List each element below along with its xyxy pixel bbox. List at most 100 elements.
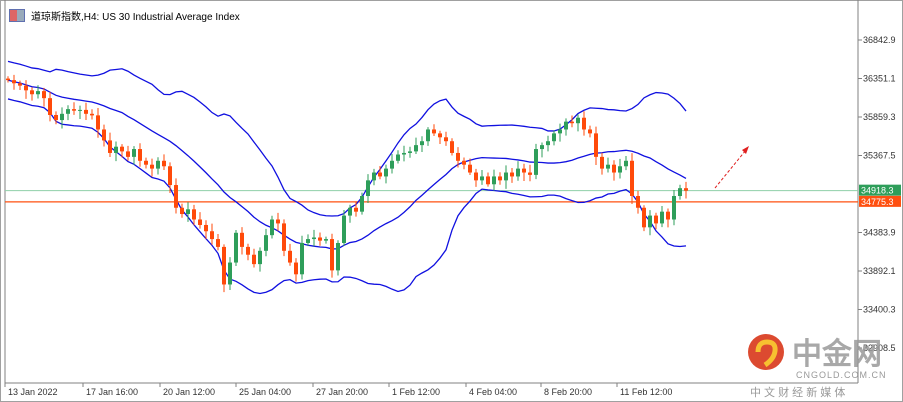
- candle-bull: [534, 149, 538, 175]
- candle-bull: [480, 176, 484, 181]
- watermark-slogan: 中 文 财 经 新 媒 体: [750, 387, 846, 399]
- candle-bear: [30, 90, 34, 95]
- candle-bear: [192, 209, 196, 220]
- x-tick-label: 20 Jan 12:00: [163, 387, 215, 397]
- candle-bull: [270, 219, 274, 236]
- candle-bear: [162, 160, 166, 167]
- candle-bear: [510, 172, 514, 177]
- current-price-label: 34918.3: [861, 186, 894, 196]
- bollinger-middle-band: [7, 79, 687, 250]
- candle-bear: [462, 160, 466, 165]
- x-tick-label: 4 Feb 04:00: [469, 387, 517, 397]
- candle-bull: [648, 215, 652, 228]
- candle-bull: [300, 242, 304, 275]
- candle-bull: [60, 113, 64, 121]
- candle-bear: [138, 149, 142, 161]
- candle-bear: [354, 207, 358, 212]
- candle-bull: [402, 152, 406, 155]
- candle-bull: [390, 160, 394, 169]
- candle-bear: [432, 129, 436, 134]
- candle-bull: [348, 207, 352, 216]
- candle-bear: [642, 207, 646, 228]
- y-tick-label: 36842.9: [863, 35, 896, 45]
- candle-bull: [366, 180, 370, 197]
- candle-bear: [636, 196, 640, 208]
- candle-bear: [54, 114, 58, 121]
- candle-bear: [216, 239, 220, 247]
- candle-bear: [12, 80, 16, 84]
- candle-bear: [180, 207, 184, 215]
- x-tick-label: 8 Feb 20:00: [544, 387, 592, 397]
- candle-bear: [456, 152, 460, 161]
- candle-bear: [588, 129, 592, 134]
- candle-bear: [240, 232, 244, 247]
- candle-bear: [630, 160, 634, 197]
- candle-bear: [174, 185, 178, 208]
- candle-bull: [660, 211, 664, 224]
- candle-bull: [228, 262, 232, 285]
- candle-bull: [618, 166, 622, 173]
- cngold-watermark: 中金网 CNGOLD.COM.CN 中 文 财 经 新 媒 体: [748, 330, 898, 400]
- x-tick-label: 17 Jan 16:00: [86, 387, 138, 397]
- candle-bear: [570, 121, 574, 124]
- candle-bull: [306, 239, 310, 243]
- candle-bear: [90, 113, 94, 116]
- candle-bear: [498, 176, 502, 181]
- candle-bull: [576, 117, 580, 124]
- candle-bear: [72, 109, 76, 111]
- y-tick-label: 35367.5: [863, 151, 896, 161]
- svg-text:中金网: 中金网: [792, 337, 882, 372]
- candle-bull: [540, 145, 544, 150]
- candle-bull: [678, 188, 682, 197]
- candle-bull: [546, 141, 550, 146]
- candle-bear: [84, 109, 88, 114]
- candle-bull: [420, 141, 424, 146]
- candle-bull: [264, 235, 268, 251]
- candle-bull: [234, 232, 238, 263]
- candle-bear: [150, 164, 154, 169]
- candle-bear: [294, 262, 298, 275]
- candle-bull: [564, 121, 568, 130]
- candle-bear: [18, 83, 22, 86]
- candle-bear: [42, 91, 46, 99]
- y-tick-label: 35859.3: [863, 112, 896, 122]
- candle-bear: [6, 78, 10, 81]
- candle-bull: [360, 196, 364, 212]
- candle-bear: [48, 98, 52, 115]
- y-tick-label: 34383.9: [863, 228, 896, 238]
- candle-bull: [396, 154, 400, 161]
- candle-bear: [468, 164, 472, 173]
- candle-bull: [324, 239, 328, 241]
- candle-bull: [372, 172, 376, 181]
- candle-bull: [342, 215, 346, 243]
- candle-bear: [522, 168, 526, 173]
- candle-bear: [378, 172, 382, 177]
- candle-bull: [606, 164, 610, 169]
- candle-bear: [612, 164, 616, 173]
- candle-bear: [288, 250, 292, 263]
- candle-bear: [144, 160, 148, 165]
- y-tick-label: 36351.1: [863, 74, 896, 84]
- candle-bear: [108, 140, 112, 153]
- candle-bear: [438, 133, 442, 138]
- candle-bear: [474, 172, 478, 181]
- candle-bear: [600, 156, 604, 169]
- x-tick-label: 1 Feb 12:00: [392, 387, 440, 397]
- candle-bear: [276, 219, 280, 224]
- candle-bull: [624, 160, 628, 167]
- candle-bear: [120, 146, 124, 152]
- candle-bull: [258, 250, 262, 265]
- candle-bull: [156, 160, 160, 169]
- y-tick-label: 33892.1: [863, 266, 896, 276]
- trend-arrow: [714, 149, 747, 189]
- candle-bull: [516, 168, 520, 177]
- candle-bear: [210, 231, 214, 240]
- candle-bear: [486, 176, 490, 185]
- candle-bull: [414, 145, 418, 152]
- candle-bull: [336, 242, 340, 271]
- x-tick-label: 25 Jan 04:00: [239, 387, 291, 397]
- candle-bear: [24, 85, 28, 91]
- candle-bear: [246, 246, 250, 255]
- candle-bull: [114, 146, 118, 153]
- candle-bull: [66, 109, 70, 114]
